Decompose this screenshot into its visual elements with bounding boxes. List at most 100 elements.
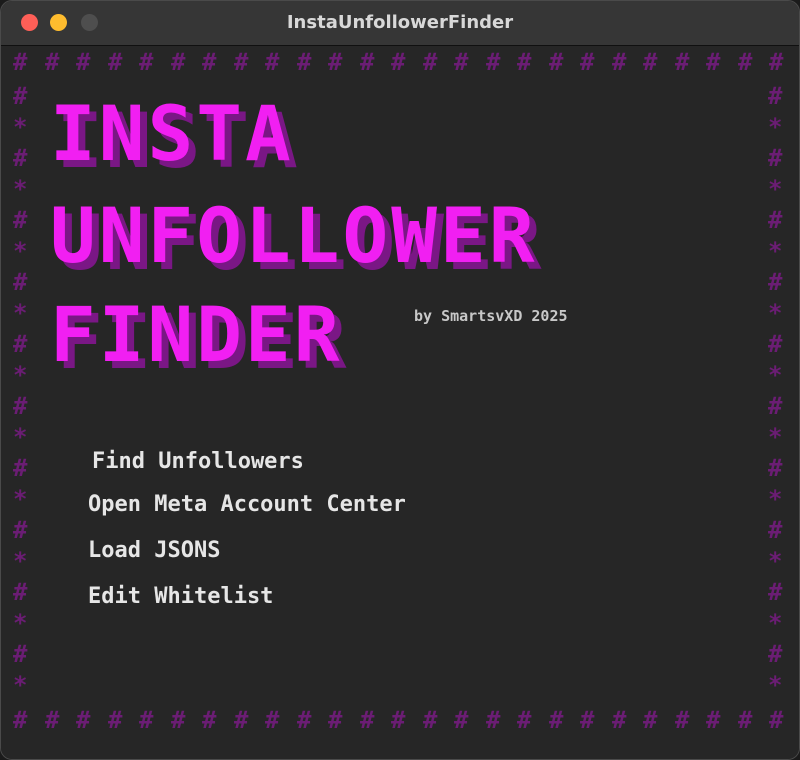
- edit-whitelist-button[interactable]: Edit Whitelist: [88, 584, 273, 609]
- border-hash-bottom: #: [454, 706, 469, 734]
- border-hash-top: #: [738, 48, 753, 76]
- border-left-glyph: *: [13, 361, 28, 389]
- border-hash-bottom: #: [13, 706, 28, 734]
- border-hash-top: #: [297, 48, 312, 76]
- logo-line-2: UNFOLLOWER: [50, 191, 538, 280]
- border-hash-top: #: [265, 48, 280, 76]
- border-right-glyph: *: [768, 113, 783, 141]
- border-left-glyph: *: [13, 671, 28, 699]
- border-hash-bottom: #: [675, 706, 690, 734]
- border-hash-bottom: #: [612, 706, 627, 734]
- border-hash-top: #: [108, 48, 123, 76]
- border-right-glyph: #: [768, 640, 783, 668]
- border-right-glyph: *: [768, 237, 783, 265]
- border-hash-top: #: [517, 48, 532, 76]
- border-left-glyph: *: [13, 547, 28, 575]
- border-left-glyph: #: [13, 82, 28, 110]
- border-right-glyph: #: [768, 578, 783, 606]
- border-hash-bottom: #: [643, 706, 658, 734]
- border-left-glyph: *: [13, 485, 28, 513]
- border-left-glyph: *: [13, 609, 28, 637]
- border-left-glyph: #: [13, 392, 28, 420]
- border-hash-bottom: #: [738, 706, 753, 734]
- border-hash-top: #: [139, 48, 154, 76]
- border-hash-top: #: [486, 48, 501, 76]
- byline: by SmartsvXD 2025: [414, 307, 568, 325]
- logo-line-3: FINDER: [50, 290, 343, 379]
- border-hash-bottom: #: [45, 706, 60, 734]
- border-left-glyph: #: [13, 206, 28, 234]
- border-hash-top: #: [423, 48, 438, 76]
- border-left-glyph: #: [13, 640, 28, 668]
- title-bar[interactable]: InstaUnfollowerFinder: [1, 1, 799, 46]
- border-hash-bottom: #: [549, 706, 564, 734]
- border-hash-top: #: [769, 48, 784, 76]
- border-hash-top: #: [13, 48, 28, 76]
- border-right-glyph: *: [768, 671, 783, 699]
- border-hash-bottom: #: [580, 706, 595, 734]
- border-hash-bottom: #: [202, 706, 217, 734]
- border-left-glyph: #: [13, 578, 28, 606]
- border-right-glyph: #: [768, 330, 783, 358]
- border-right-glyph: *: [768, 609, 783, 637]
- border-hash-top: #: [675, 48, 690, 76]
- border-right-glyph: #: [768, 392, 783, 420]
- border-hash-bottom: #: [171, 706, 186, 734]
- border-left-glyph: #: [13, 330, 28, 358]
- border-hash-top: #: [171, 48, 186, 76]
- load-jsons-button[interactable]: Load JSONS: [88, 538, 220, 563]
- border-left-glyph: #: [13, 268, 28, 296]
- border-hash-top: #: [706, 48, 721, 76]
- window-title: InstaUnfollowerFinder: [286, 12, 514, 33]
- app-content: # # # # # # # # # # # # # # # # # # # # # # # # # # # # # # # # # # # # # # # #…: [1, 46, 799, 759]
- open-meta-account-center-button[interactable]: Open Meta Account Center: [88, 492, 406, 517]
- border-hash-top: #: [612, 48, 627, 76]
- border-hash-bottom: #: [328, 706, 343, 734]
- border-hash-top: #: [549, 48, 564, 76]
- border-right-glyph: #: [768, 454, 783, 482]
- logo-line-1: INSTA: [50, 89, 294, 178]
- border-hash-bottom: #: [360, 706, 375, 734]
- border-hash-top: #: [234, 48, 249, 76]
- border-right-glyph: #: [768, 516, 783, 544]
- border-right-glyph: *: [768, 175, 783, 203]
- border-hash-top: #: [45, 48, 60, 76]
- border-left-glyph: #: [13, 144, 28, 172]
- border-hash-top: #: [360, 48, 375, 76]
- border-left-glyph: #: [13, 516, 28, 544]
- border-right-glyph: *: [768, 423, 783, 451]
- border-hash-bottom: #: [423, 706, 438, 734]
- border-hash-top: #: [328, 48, 343, 76]
- border-hash-top: #: [643, 48, 658, 76]
- border-left-glyph: *: [13, 237, 28, 265]
- border-hash-bottom: #: [391, 706, 406, 734]
- border-right-glyph: #: [768, 268, 783, 296]
- border-hash-top: #: [76, 48, 91, 76]
- border-left-glyph: *: [13, 299, 28, 327]
- border-left-glyph: *: [13, 175, 28, 203]
- border-right-glyph: #: [768, 82, 783, 110]
- border-hash-bottom: #: [297, 706, 312, 734]
- border-hash-bottom: #: [234, 706, 249, 734]
- border-right-glyph: #: [768, 206, 783, 234]
- border-left-glyph: #: [13, 454, 28, 482]
- border-hash-top: #: [202, 48, 217, 76]
- border-right-glyph: *: [768, 547, 783, 575]
- border-left-glyph: *: [13, 113, 28, 141]
- border-hash-bottom: #: [108, 706, 123, 734]
- border-hash-top: #: [580, 48, 595, 76]
- border-right-glyph: *: [768, 299, 783, 327]
- border-hash-top: #: [391, 48, 406, 76]
- border-right-glyph: #: [768, 144, 783, 172]
- app-window: InstaUnfollowerFinder # # # # # # # # # # # # # # # # # #…: [0, 0, 800, 760]
- border-hash-bottom: #: [769, 706, 784, 734]
- border-hash-bottom: #: [139, 706, 154, 734]
- border-right-glyph: *: [768, 485, 783, 513]
- find-unfollowers-button[interactable]: Find Unfollowers: [92, 449, 304, 474]
- border-hash-bottom: #: [486, 706, 501, 734]
- border-hash-bottom: #: [706, 706, 721, 734]
- border-hash-top: #: [454, 48, 469, 76]
- border-hash-bottom: #: [265, 706, 280, 734]
- border-right-glyph: *: [768, 361, 783, 389]
- border-left-glyph: *: [13, 423, 28, 451]
